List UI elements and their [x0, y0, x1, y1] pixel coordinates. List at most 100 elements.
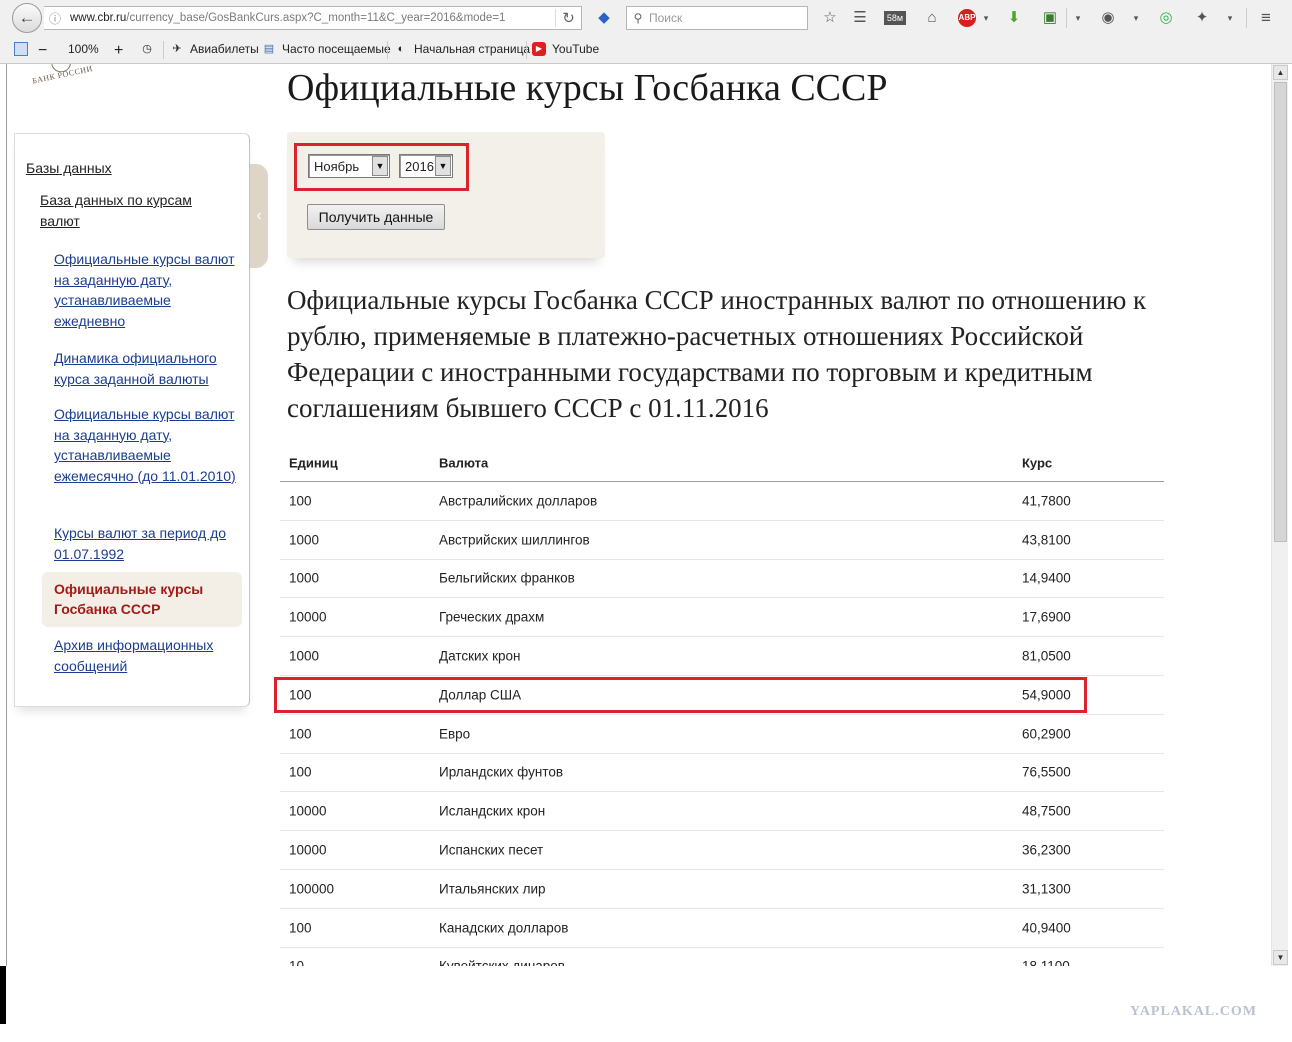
table-row: 100 Канадских долларов 40,9400 — [280, 909, 1164, 948]
table-row: 10000 Исландских крон 48,7500 — [280, 792, 1164, 832]
table-header: Единиц Валюта Курс — [280, 444, 1164, 482]
sidebar-item-rate-dynamics[interactable]: Динамика официального курса заданной вал… — [54, 348, 239, 389]
cell-currency: Итальянских лир — [439, 881, 546, 897]
cell-rate: 31,1300 — [1022, 881, 1071, 897]
speed-badge[interactable]: 58м — [884, 11, 906, 25]
scroll-up-icon[interactable]: ▲ — [1273, 65, 1288, 80]
cell-units: 100000 — [289, 881, 335, 897]
cell-currency: Ирландских фунтов — [439, 764, 564, 780]
get-data-button[interactable]: Получить данные — [307, 204, 445, 230]
sync-icon[interactable]: ◎ — [1156, 8, 1176, 28]
page-title: Официальные курсы Госбанка СССР — [287, 67, 888, 109]
table-row: 100 Австралийских долларов 41,7800 — [280, 482, 1164, 521]
chevron-down-icon[interactable]: ▾ — [1220, 8, 1240, 28]
chevron-down-icon[interactable]: ▾ — [976, 8, 996, 28]
vertical-scrollbar[interactable]: ▲ ▼ — [1271, 64, 1288, 966]
bank-logo[interactable]: БАНК РОССИИ — [30, 64, 98, 94]
pocket-icon[interactable]: ◆ — [594, 8, 614, 28]
year-select[interactable]: 2016 ▼ — [399, 154, 453, 178]
reload-icon[interactable]: ↻ — [555, 9, 581, 27]
bookmark-star-icon[interactable]: ☆ — [820, 8, 840, 28]
cell-currency: Бельгийских франков — [439, 570, 575, 586]
bookmark-aviabilety[interactable]: ✈ Авиабилеты — [170, 42, 258, 56]
menu-icon[interactable]: ≡ — [1256, 8, 1276, 28]
header-currency: Валюта — [439, 455, 489, 470]
month-select[interactable]: Ноябрь ▼ — [308, 154, 390, 178]
zoom-out-icon[interactable]: − — [38, 42, 47, 60]
search-input[interactable]: ⚲ Поиск — [626, 6, 808, 30]
bookmark-frequent[interactable]: ▤ Часто посещаемые — [262, 42, 391, 56]
cell-rate: 60,2900 — [1022, 726, 1071, 742]
dropdown-arrow-icon[interactable]: ▼ — [435, 156, 451, 176]
scroll-down-icon[interactable]: ▼ — [1273, 950, 1288, 965]
cell-units: 10000 — [289, 803, 327, 819]
download-icon[interactable]: ⬇ — [1004, 8, 1024, 28]
dropdown-arrow-icon[interactable]: ▼ — [372, 156, 388, 176]
table-row: 10 Кувейтских динаров 18,1100 — [280, 948, 1164, 966]
cell-currency: Датских крон — [439, 648, 521, 664]
sidebar-toggle-icon[interactable] — [14, 42, 34, 56]
folder-icon: ▤ — [263, 43, 275, 55]
cell-rate: 48,7500 — [1022, 803, 1071, 819]
back-button[interactable]: ← — [12, 3, 42, 33]
site-info-icon[interactable]: ⓘ — [44, 10, 66, 27]
cell-rate: 41,7800 — [1022, 493, 1071, 509]
sidebar-item-archive[interactable]: Архив информационных сообщений — [54, 635, 239, 676]
window-edge — [6, 64, 7, 966]
usd-row-highlight-frame — [274, 677, 1087, 713]
header-units: Единиц — [289, 455, 338, 470]
cell-units: 100 — [289, 493, 312, 509]
privacy-icon[interactable]: ◉ — [1098, 8, 1118, 28]
scrollbar-thumb[interactable] — [1274, 82, 1287, 542]
adblock-icon[interactable]: ABP — [958, 9, 976, 27]
cell-currency: Канадских долларов — [439, 920, 569, 936]
chevron-down-icon[interactable]: ▾ — [1068, 8, 1088, 28]
home-icon[interactable]: ⌂ — [922, 8, 942, 28]
window-frame-edge — [0, 966, 6, 1024]
address-bar[interactable]: ⓘ www.cbr.ru/currency_base/GosBankCurs.a… — [44, 6, 582, 30]
cell-units: 10000 — [289, 609, 327, 625]
zoom-in-icon[interactable]: + — [114, 42, 123, 60]
sidebar-item-currency-db[interactable]: База данных по курсам валют — [40, 190, 220, 231]
table-body: 100 Австралийских долларов 41,7800 1000 Авст… — [280, 482, 1164, 966]
cell-units: 100 — [289, 764, 312, 780]
sidebar-item-gosbank-rates[interactable]: Официальные курсы Госбанка СССР — [54, 579, 234, 619]
extension-icon[interactable]: ▣ — [1040, 8, 1060, 28]
cell-units: 1000 — [289, 532, 320, 548]
sidebar-item-monthly-rates[interactable]: Официальные курсы валют на заданную дату… — [54, 404, 239, 486]
table-row: 1000 Австрийских шиллингов 43,8100 — [280, 521, 1164, 560]
bookmarks-divider — [163, 41, 164, 59]
youtube-icon: ▶ — [532, 42, 546, 56]
plane-icon: ✈ — [172, 43, 182, 55]
cell-currency: Австралийских долларов — [439, 493, 598, 509]
cell-currency: Греческих драхм — [439, 609, 545, 625]
bookmark-start-page[interactable]: ◐ Начальная страница — [394, 42, 530, 56]
chevron-left-icon: ‹ — [256, 207, 262, 224]
cell-rate: 81,0500 — [1022, 648, 1071, 664]
chevron-down-icon[interactable]: ▾ — [1126, 8, 1146, 28]
cell-units: 100 — [289, 726, 312, 742]
sidebar-menu: Базы данных База данных по курсам валют … — [14, 133, 250, 707]
table-heading: Официальные курсы Госбанка СССР иностран… — [287, 285, 1147, 423]
tools-icon[interactable]: ✦ — [1192, 8, 1212, 28]
navigation-toolbar: ← ⓘ www.cbr.ru/currency_base/GosBankCurs… — [0, 0, 1292, 36]
search-placeholder: Поиск — [649, 11, 683, 25]
sidebar-collapse-button[interactable]: ‹ — [250, 164, 268, 268]
globe-icon: ◐ — [397, 43, 405, 55]
cell-rate: 17,6900 — [1022, 609, 1071, 625]
reading-list-icon[interactable]: ☰ — [850, 8, 870, 28]
cell-rate: 76,5500 — [1022, 764, 1071, 780]
history-icon[interactable]: ◷ — [140, 42, 160, 56]
zoom-level[interactable]: 100% — [68, 42, 99, 56]
cell-rate: 40,9400 — [1022, 920, 1071, 936]
cell-rate: 43,8100 — [1022, 532, 1071, 548]
toolbar-divider — [1066, 8, 1067, 28]
bookmark-youtube[interactable]: ▶ YouTube — [532, 42, 599, 56]
toolbar-divider — [1246, 8, 1247, 28]
sidebar-item-daily-rates[interactable]: Официальные курсы валют на заданную дату… — [54, 249, 239, 331]
sidebar-item-databases[interactable]: Базы данных — [26, 158, 112, 179]
back-arrow-icon: ← — [18, 8, 36, 27]
cell-units: 1000 — [289, 648, 320, 664]
table-row: 100 Ирландских фунтов 76,5500 — [280, 754, 1164, 793]
sidebar-item-period-rates[interactable]: Курсы валют за период до 01.07.1992 — [54, 523, 239, 564]
